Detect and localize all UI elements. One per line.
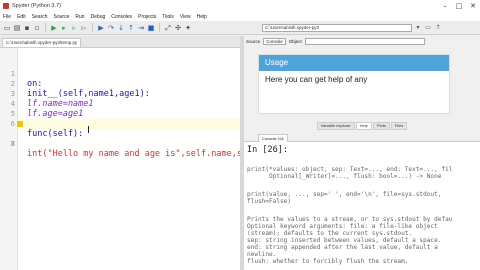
run-cell-icon[interactable]: ▸ <box>60 24 68 32</box>
console-output-line: flush=False) <box>247 198 292 205</box>
parent-folder-icon[interactable]: ↑ <box>434 24 442 32</box>
console-output-line: newline. <box>247 251 277 258</box>
window-title: Spyder (Python 3.7) <box>12 3 61 9</box>
code-text: lf.age=age1 <box>27 109 84 119</box>
menu-file[interactable]: File <box>3 14 11 20</box>
current-line-highlight <box>18 119 240 129</box>
main-toolbar: ▭ ▤ ▪ ▫ ▶ ▸ ▹ ▻ ▶ ↷ ↓ ↑ ⇥ ■ ⤢ ✣ ✦ C:\Use… <box>0 21 480 35</box>
tab-help[interactable]: Help <box>355 122 372 130</box>
menu-view[interactable]: View <box>180 14 191 20</box>
toolbar-divider <box>159 23 160 32</box>
console-output-line: flush: whether to forcibly flush the str… <box>247 258 409 265</box>
menu-tools[interactable]: Tools <box>162 14 174 20</box>
usage-title: Usage <box>259 55 449 71</box>
code-line: 2 init__(self,name1,age1): <box>0 69 150 99</box>
code-text: func(self): <box>27 129 84 139</box>
code-text: lf.name=name1 <box>27 99 94 109</box>
mouse-cursor-icon <box>88 126 91 133</box>
save-icon[interactable]: ▪ <box>23 24 31 32</box>
console-output-line: Prints the values to a stream, or to sys… <box>247 216 453 223</box>
menu-search[interactable]: Search <box>32 14 48 20</box>
tab-plots[interactable]: Plots <box>372 122 390 130</box>
code-line: 1 on: <box>0 59 43 89</box>
editor-file-tab[interactable]: C:\Users\abistl\.spyder-py3\temp.py <box>2 38 82 47</box>
right-pane: Source Console Object Usage Here you can… <box>244 36 480 270</box>
code-text: on: <box>27 79 43 89</box>
open-file-icon[interactable]: ▤ <box>13 24 21 32</box>
code-line: 7 int("Hello my name and age is",self.na… <box>0 119 257 159</box>
code-text: init__(self,name1,age1): <box>27 89 150 99</box>
console-output-line: Optional keyword arguments: file: a file… <box>247 223 438 230</box>
menu-bar: File Edit Search Source Run Debug Consol… <box>0 12 480 21</box>
ipython-console[interactable]: In [26]: print(*values: object, sep: Tex… <box>244 142 480 270</box>
menu-run[interactable]: Run <box>75 14 84 20</box>
step-return-icon[interactable]: ↑ <box>127 24 135 32</box>
menu-source[interactable]: Source <box>54 14 70 20</box>
warning-icon[interactable] <box>17 121 23 127</box>
console-output-line: print(value, ..., sep=' ', end='\n', fil… <box>247 191 442 198</box>
help-object-input[interactable] <box>304 38 425 45</box>
continue-icon[interactable]: ⇥ <box>137 24 145 32</box>
console-tab[interactable]: Console 1/A <box>258 134 288 142</box>
minimize-button[interactable]: – <box>438 2 452 10</box>
code-line: 4 lf.age=age1 <box>0 89 84 119</box>
console-output-line: (stream); defaults to the current sys.st… <box>247 230 413 237</box>
dropdown-arrow-icon[interactable]: ▾ <box>414 24 422 32</box>
code-line: 5 <box>0 99 20 118</box>
console-output-line: Optional[_Writer]=..., flush: bool=...) … <box>247 173 442 180</box>
run-icon[interactable]: ▶ <box>50 24 58 32</box>
working-directory-input[interactable]: C:\Users\abistl\.spyder-py3 <box>262 24 412 32</box>
code-line: 8 <box>0 129 20 148</box>
tab-files[interactable]: Files <box>390 122 408 130</box>
code-line: 3 lf.name=name1 <box>0 79 94 109</box>
console-output-line: end: string appended after the last valu… <box>247 244 438 251</box>
tab-variable-explorer[interactable]: Variable explorer <box>316 122 355 130</box>
new-file-icon[interactable]: ▭ <box>3 24 11 32</box>
console-tab-bar: Console 1/A <box>244 132 480 142</box>
help-usage-panel: Usage Here you can get help of any <box>258 54 450 114</box>
debug-icon[interactable]: ▶ <box>97 24 105 32</box>
step-into-icon[interactable]: ↓ <box>117 24 125 32</box>
spyder-app-icon <box>3 3 9 9</box>
code-text: int("Hello my name and age is",self.name… <box>27 149 258 159</box>
line-number: 8 <box>10 140 15 148</box>
close-button[interactable]: ✕ <box>466 2 480 10</box>
help-source-label: Source <box>246 39 261 44</box>
menu-edit[interactable]: Edit <box>17 14 26 20</box>
maximize-pane-icon[interactable]: ⤢ <box>164 24 172 32</box>
menu-consoles[interactable]: Consoles <box>111 14 132 20</box>
menu-debug[interactable]: Debug <box>91 14 106 20</box>
toolbar-divider <box>45 23 46 32</box>
save-all-icon[interactable]: ▫ <box>33 24 41 32</box>
console-output-line: print(*values: object, sep: Text=..., en… <box>247 166 453 173</box>
title-bar: Spyder (Python 3.7) – □ ✕ <box>0 0 480 12</box>
maximize-button[interactable]: □ <box>452 2 466 10</box>
help-object-label: Object <box>288 39 302 44</box>
toolbar-divider <box>92 23 93 32</box>
run-cell-advance-icon[interactable]: ▹ <box>70 24 78 32</box>
run-selection-icon[interactable]: ▻ <box>80 24 88 32</box>
console-output-line: sep: string inserted between values, def… <box>247 237 442 244</box>
usage-text: Here you can get help of any <box>265 75 368 84</box>
pane-tab-bar: Variable explorer Help Plots Files <box>244 122 480 130</box>
python-path-icon[interactable]: ✦ <box>184 24 192 32</box>
code-editor[interactable]: 1 on: 2 init__(self,name1,age1): 3 lf.na… <box>0 48 257 270</box>
console-prompt: In [26]: <box>247 145 288 155</box>
help-toolbar: Source Console Object <box>244 36 480 47</box>
browse-folder-icon[interactable]: ▭ <box>424 24 432 32</box>
editor-tab-bar: C:\Users\abistl\.spyder-py3\temp.py <box>0 36 240 48</box>
step-icon[interactable]: ↷ <box>107 24 115 32</box>
menu-help[interactable]: Help <box>197 14 207 20</box>
stop-debug-icon[interactable]: ■ <box>147 24 155 32</box>
menu-projects[interactable]: Projects <box>138 14 156 20</box>
help-source-select[interactable]: Console <box>263 38 286 45</box>
preferences-icon[interactable]: ✣ <box>174 24 182 32</box>
code-line: 6 func(self): <box>0 109 84 139</box>
